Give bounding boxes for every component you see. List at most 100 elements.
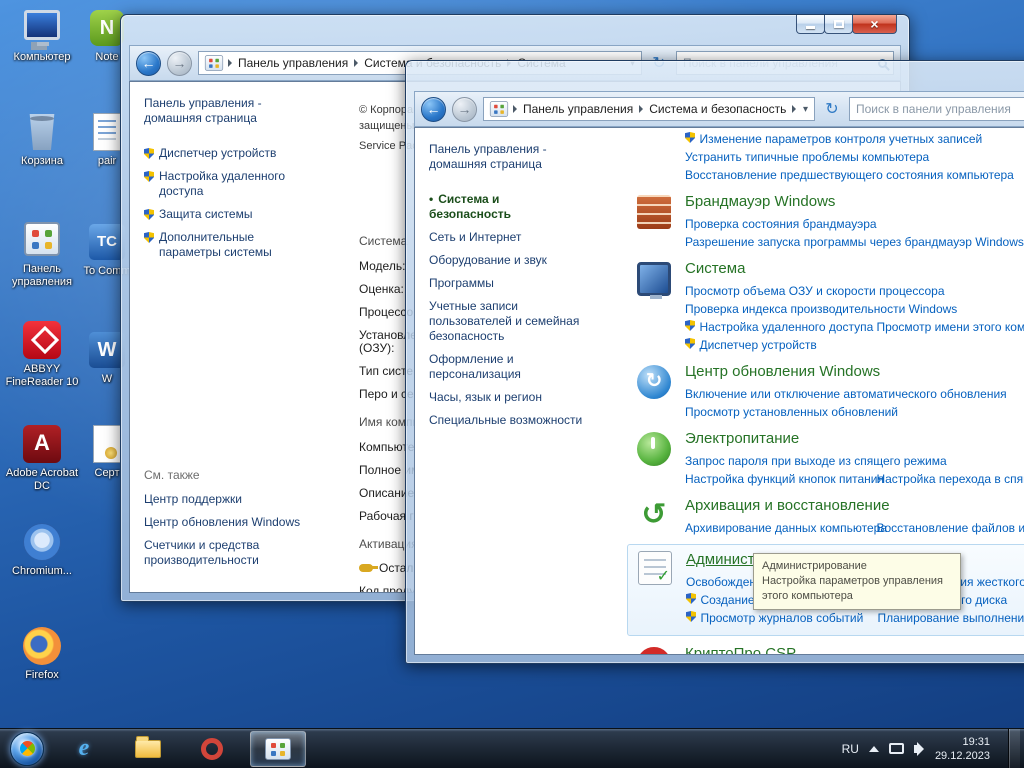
task-link[interactable]: Настройка функций кнопок питания (685, 472, 884, 486)
task-link[interactable]: Проверка индекса производительности Wind… (685, 302, 957, 316)
taskbar-item-cryptopro[interactable] (186, 731, 238, 767)
refresh-button[interactable]: ↻ (821, 98, 843, 120)
task-link[interactable]: Проверка состояния брандмауэра (685, 217, 877, 231)
section-header-system: Система (359, 234, 407, 248)
volume-icon[interactable] (914, 745, 919, 753)
address-dropdown-icon[interactable]: ▾ (803, 104, 808, 115)
desktop-icon-recycle-bin[interactable]: Корзина (4, 112, 80, 168)
task-link[interactable]: Запрос пароля при выходе из спящего режи… (685, 454, 947, 468)
breadcrumb-separator-icon (639, 105, 643, 113)
desktop: Компьютер Корзина Панель управления ABBY… (0, 0, 1024, 768)
abbyy-icon (20, 320, 64, 360)
section-title-windows-update[interactable]: Центр обновления Windows (685, 363, 1024, 380)
sidebar-item-performance[interactable]: Счетчики и средства производительности (144, 538, 309, 568)
task-link[interactable]: Просмотр установленных обновлений (685, 405, 898, 419)
desktop-icon-firefox[interactable]: Firefox (4, 626, 80, 682)
desktop-icon-chromium[interactable]: Chromium... (4, 522, 80, 578)
task-link[interactable]: Архивирование данных компьютера (685, 521, 887, 535)
section-title-cryptopro[interactable]: КриптоПро CSP (685, 645, 1024, 654)
task-link-troubleshoot[interactable]: Устранить типичные проблемы компьютера (685, 150, 929, 164)
sidebar-item-clock-language[interactable]: Часы, язык и регион (429, 390, 589, 405)
uac-shield-icon (686, 611, 696, 622)
search-box[interactable] (849, 97, 1024, 121)
sidebar-item-remote-access[interactable]: Настройка удаленного доступа (144, 169, 309, 199)
task-link[interactable]: Разрешение запуска программы через бранд… (685, 235, 1024, 249)
desktop-icon-computer[interactable]: Компьютер (4, 8, 80, 64)
section-title-system[interactable]: Система (685, 260, 1024, 277)
maximize-button[interactable] (824, 15, 853, 34)
sidebar-item-programs[interactable]: Программы (429, 276, 579, 291)
security-sidebar: Панель управления - домашняя страница Си… (415, 128, 625, 654)
start-button[interactable] (10, 732, 44, 766)
task-link[interactable]: Настройка перехода в спящий режим (876, 472, 1024, 486)
taskbar-item-control-panel-active[interactable] (250, 731, 306, 767)
task-link-system-restore[interactable]: Восстановление предшествующего состояния… (685, 168, 1014, 182)
system-window-titlebar[interactable]: × (121, 15, 909, 45)
network-icon[interactable] (889, 743, 904, 754)
close-button[interactable]: × (852, 15, 897, 34)
folder-icon (135, 740, 161, 758)
sidebar-item-windows-update[interactable]: Центр обновления Windows (144, 515, 309, 530)
minimize-button[interactable] (796, 15, 825, 34)
task-link[interactable]: Настройка удаленного доступа (699, 320, 873, 334)
section-title-power[interactable]: Электропитание (685, 430, 1024, 447)
search-input[interactable] (856, 102, 1024, 116)
section-title-backup[interactable]: Архивация и восстановление (685, 497, 1024, 514)
forward-button[interactable]: → (452, 97, 477, 122)
show-desktop-button[interactable] (1008, 729, 1020, 768)
uac-shield-icon (685, 338, 695, 349)
control-panel-icon (205, 55, 223, 70)
sidebar-home-link[interactable]: Панель управления - домашняя страница (429, 142, 569, 172)
sidebar-home-link[interactable]: Панель управления - домашняя страница (144, 96, 284, 126)
task-link[interactable]: Восстановление файлов из архива (876, 521, 1024, 535)
clock[interactable]: 19:31 29.12.2023 (935, 735, 990, 763)
back-button[interactable]: ← (421, 97, 446, 122)
forward-button[interactable]: → (167, 51, 192, 76)
desktop-icon-label: Панель управления (4, 263, 80, 289)
desktop-icon-abbyy[interactable]: ABBYY FineReader 10 (4, 320, 80, 389)
sidebar-item-device-manager[interactable]: Диспетчер устройств (144, 146, 309, 161)
task-link[interactable]: Диспетчер устройств (699, 338, 816, 352)
task-link[interactable]: Просмотр объема ОЗУ и скорости процессор… (685, 284, 945, 298)
task-link[interactable]: Просмотр имени этого компьютера (876, 320, 1024, 334)
breadcrumb-item-system-security[interactable]: Система и безопасность (646, 102, 789, 116)
firewall-icon (637, 195, 671, 229)
sidebar-item-system-security[interactable]: Система и безопасность (429, 192, 579, 222)
desktop-icon-acrobat[interactable]: A Adobe Acrobat DC (4, 424, 80, 493)
sidebar-item-user-accounts[interactable]: Учетные записи пользователей и семейная … (429, 299, 589, 344)
computer-icon (20, 8, 64, 48)
see-also-title: См. также (144, 468, 327, 482)
sidebar-item-system-protection[interactable]: Защита системы (144, 207, 309, 222)
task-link[interactable]: Планирование выполнения заданий (877, 611, 1024, 625)
section-title-firewall[interactable]: Брандмауэр Windows (685, 193, 1024, 210)
security-window-titlebar[interactable] (406, 61, 1024, 91)
sidebar-item-network-internet[interactable]: Сеть и Интернет (429, 230, 579, 245)
breadcrumb-item-control-panel[interactable]: Панель управления (235, 56, 351, 70)
section-cryptopro: КриптоПро CSP Тестирование контейнера за… (625, 645, 1024, 654)
task-link[interactable]: Просмотр журналов событий (700, 611, 863, 625)
sidebar-item-ease-of-access[interactable]: Специальные возможности (429, 413, 589, 428)
control-panel-icon (20, 220, 64, 260)
sidebar-item-action-center[interactable]: Центр поддержки (144, 492, 309, 507)
sidebar-item-advanced-settings[interactable]: Дополнительные параметры системы (144, 230, 309, 260)
task-link[interactable]: Включение или отключение автоматического… (685, 387, 1007, 401)
sidebar-item-label: Защита системы (159, 207, 252, 222)
taskbar-item-internet-explorer[interactable]: e (58, 731, 110, 767)
task-link-uac-settings[interactable]: Изменение параметров контроля учетных за… (699, 132, 982, 146)
breadcrumb-item-control-panel[interactable]: Панель управления (520, 102, 636, 116)
breadcrumb-separator-icon (513, 105, 517, 113)
address-bar[interactable]: Панель управления Система и безопасность… (483, 97, 815, 121)
language-indicator[interactable]: RU (842, 742, 859, 756)
tooltip: Администрирование Настройка параметров у… (753, 553, 961, 610)
breadcrumb-separator-icon (228, 59, 232, 67)
sidebar-item-appearance[interactable]: Оформление и персонализация (429, 352, 579, 382)
sidebar-item-label: Диспетчер устройств (159, 146, 276, 161)
sidebar-item-hardware-sound[interactable]: Оборудование и звук (429, 253, 579, 268)
back-button[interactable]: ← (136, 51, 161, 76)
taskbar: e RU 19:31 29.12.2023 (0, 728, 1024, 768)
desktop-icon-control-panel[interactable]: Панель управления (4, 220, 80, 289)
hidden-icons-arrow[interactable] (869, 746, 879, 752)
internet-explorer-icon: e (79, 735, 90, 762)
uac-shield-icon (144, 232, 154, 243)
taskbar-item-explorer[interactable] (122, 731, 174, 767)
